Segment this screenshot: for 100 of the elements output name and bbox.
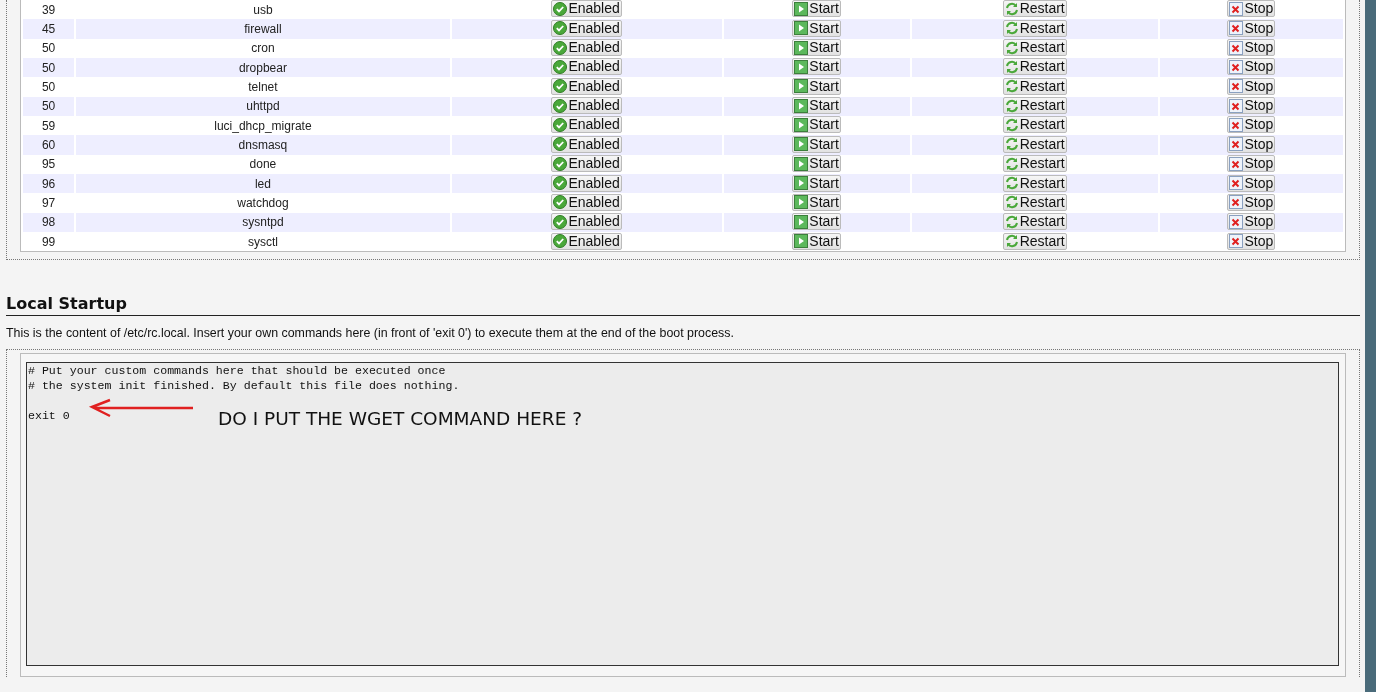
check-icon	[553, 214, 568, 229]
reload-icon	[1004, 40, 1019, 55]
check-icon	[553, 156, 568, 171]
start-button[interactable]: Start	[792, 232, 841, 250]
play-icon	[794, 176, 809, 190]
play-icon	[794, 98, 809, 113]
table-cell-text: done	[248, 156, 278, 174]
table-cell: dropbear	[76, 58, 450, 78]
restart-button[interactable]: Restart	[1002, 135, 1067, 153]
stop-icon	[1229, 40, 1244, 55]
table-cell-text: 59	[40, 117, 57, 135]
table-cell: 45	[23, 19, 75, 39]
enabled-button[interactable]: Enabled	[551, 77, 622, 95]
start-button[interactable]: Start	[792, 0, 841, 18]
reload-icon	[1004, 98, 1019, 113]
reload-icon	[1004, 21, 1019, 36]
check-icon	[553, 21, 568, 36]
stop-icon	[1229, 195, 1244, 210]
restart-button[interactable]: Restart	[1002, 58, 1067, 76]
enabled-button[interactable]: Enabled	[551, 135, 622, 153]
table-cell-text: sysctl	[246, 233, 279, 251]
stop-button[interactable]: Stop	[1227, 39, 1276, 57]
section-title: Local Startup	[6, 294, 1360, 317]
restart-button[interactable]: Restart	[1002, 39, 1067, 57]
table-cell-text: 50	[40, 79, 57, 97]
stop-button[interactable]: Stop	[1227, 0, 1276, 18]
start-button[interactable]: Start	[792, 58, 841, 76]
enabled-button[interactable]: Enabled	[551, 58, 622, 76]
play-icon	[794, 214, 809, 229]
reload-icon	[1004, 214, 1019, 229]
restart-button[interactable]: Restart	[1002, 155, 1067, 173]
reload-icon	[1004, 79, 1019, 94]
restart-button[interactable]: Restart	[1002, 0, 1067, 18]
start-button[interactable]: Start	[792, 97, 841, 115]
play-icon	[794, 156, 809, 171]
enabled-button[interactable]: Enabled	[551, 213, 622, 231]
start-button[interactable]: Start	[792, 39, 841, 57]
enabled-button[interactable]: Enabled	[551, 155, 622, 173]
reload-icon	[1004, 195, 1019, 210]
start-button[interactable]: Start	[792, 174, 841, 192]
stop-button[interactable]: Stop	[1227, 58, 1276, 76]
table-cell: 60	[23, 135, 75, 155]
play-icon	[794, 79, 809, 94]
play-icon	[794, 137, 809, 152]
restart-button[interactable]: Restart	[1002, 19, 1067, 37]
start-button[interactable]: Start	[792, 135, 841, 153]
start-button[interactable]: Start	[792, 213, 841, 231]
enabled-button[interactable]: Enabled	[551, 19, 622, 37]
start-button[interactable]: Start	[792, 19, 841, 37]
start-button[interactable]: Start	[792, 116, 841, 134]
check-icon	[553, 137, 568, 152]
enabled-button[interactable]: Enabled	[551, 193, 622, 211]
reload-icon	[1004, 118, 1019, 132]
enabled-button[interactable]: Enabled	[551, 0, 622, 18]
check-icon	[553, 234, 568, 249]
reload-icon	[1004, 59, 1019, 74]
play-icon	[794, 59, 809, 74]
table-cell-text: telnet	[247, 79, 279, 97]
play-icon	[794, 118, 809, 132]
stop-button[interactable]: Stop	[1227, 19, 1276, 37]
stop-icon	[1229, 156, 1244, 171]
enabled-button[interactable]: Enabled	[551, 39, 622, 57]
stop-button[interactable]: Stop	[1227, 213, 1276, 231]
check-icon	[553, 195, 568, 210]
enabled-button[interactable]: Enabled	[551, 174, 622, 192]
restart-button[interactable]: Restart	[1002, 174, 1067, 192]
stop-button[interactable]: Stop	[1227, 116, 1276, 134]
restart-button[interactable]: Restart	[1002, 232, 1067, 250]
stop-button[interactable]: Stop	[1227, 135, 1276, 153]
enabled-button[interactable]: Enabled	[551, 97, 622, 115]
stop-button[interactable]: Stop	[1227, 232, 1276, 250]
table-cell: 50	[23, 96, 75, 117]
check-icon	[553, 176, 568, 190]
start-button[interactable]: Start	[792, 193, 841, 211]
reload-icon	[1004, 1, 1019, 16]
table-cell: uhttpd	[76, 96, 450, 117]
stop-button[interactable]: Stop	[1227, 193, 1276, 211]
stop-button[interactable]: Stop	[1227, 97, 1276, 115]
restart-button[interactable]: Restart	[1002, 97, 1067, 115]
table-cell-text: watchdog	[236, 195, 290, 213]
stop-button[interactable]: Stop	[1227, 77, 1276, 95]
table-cell-text: 39	[40, 1, 57, 19]
restart-button[interactable]: Restart	[1002, 213, 1067, 231]
restart-button[interactable]: Restart	[1002, 77, 1067, 95]
enabled-button[interactable]: Enabled	[551, 232, 622, 250]
play-icon	[794, 40, 809, 55]
table-cell: firewall	[76, 19, 450, 39]
stop-button[interactable]: Stop	[1227, 174, 1276, 192]
play-icon	[794, 234, 809, 249]
stop-icon	[1229, 234, 1244, 249]
stop-icon	[1229, 118, 1244, 132]
restart-button[interactable]: Restart	[1002, 116, 1067, 134]
table-cell: 98	[23, 212, 75, 233]
table-cell: dnsmasq	[76, 135, 450, 155]
start-button[interactable]: Start	[792, 77, 841, 95]
restart-button[interactable]: Restart	[1002, 193, 1067, 211]
start-button[interactable]: Start	[792, 155, 841, 173]
table-cell-text: 95	[40, 156, 57, 174]
enabled-button[interactable]: Enabled	[551, 116, 622, 134]
stop-button[interactable]: Stop	[1227, 155, 1276, 173]
